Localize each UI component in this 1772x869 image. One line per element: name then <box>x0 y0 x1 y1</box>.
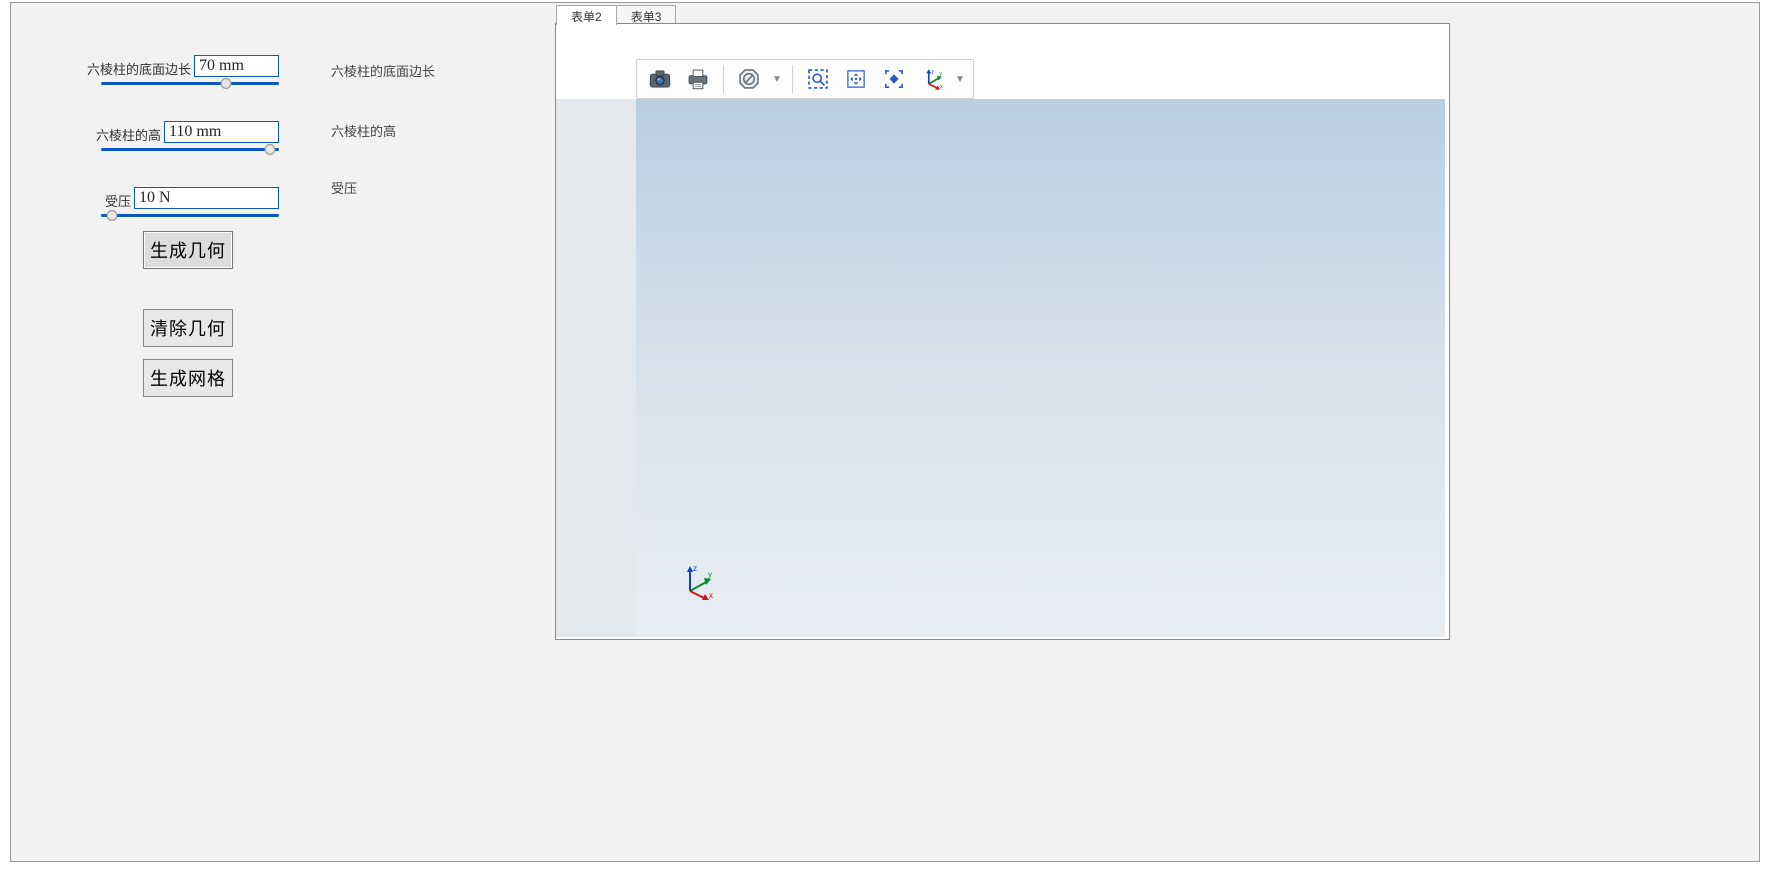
param-row-pressure: 受压 <box>11 187 601 223</box>
svg-text:y: y <box>939 71 942 77</box>
echo-base-edge: 六棱柱的底面边长 <box>331 61 435 80</box>
echo-height: 六棱柱的高 <box>331 121 396 140</box>
input-base-edge[interactable] <box>194 55 279 77</box>
slider-base-edge[interactable] <box>101 77 279 91</box>
slider-thumb[interactable] <box>106 210 117 221</box>
slider-track <box>101 82 279 85</box>
slider-height[interactable] <box>101 143 279 157</box>
generate-geometry-button[interactable]: 生成几何 <box>143 231 233 269</box>
zoom-box-icon[interactable] <box>801 63 835 95</box>
echo-pressure: 受压 <box>331 178 357 197</box>
viewport-canvas[interactable] <box>636 99 1445 637</box>
viewport-left-margin <box>556 99 636 637</box>
no-entry-icon[interactable] <box>732 63 766 95</box>
camera-icon[interactable] <box>643 63 677 95</box>
svg-text:z: z <box>931 69 934 75</box>
tab-form3[interactable]: 表单3 <box>616 5 677 25</box>
slider-thumb[interactable] <box>220 78 231 89</box>
param-row-height: 六棱柱的高 <box>11 121 601 157</box>
axes-dropdown[interactable]: ▼ <box>953 63 967 95</box>
input-pressure[interactable] <box>134 187 279 209</box>
app-frame: 六棱柱的底面边长 六棱柱的高 受压 六棱柱的底面 <box>10 2 1760 862</box>
svg-text:x: x <box>709 591 713 600</box>
no-entry-dropdown[interactable]: ▼ <box>770 63 784 95</box>
toolbar-separator <box>792 65 793 93</box>
slider-pressure[interactable] <box>101 209 279 223</box>
slider-track <box>101 148 279 151</box>
orientation-triad: z y x <box>678 563 718 603</box>
generate-mesh-button[interactable]: 生成网格 <box>143 359 233 397</box>
slider-track <box>101 214 279 217</box>
viewport-toolbar: ▼ <box>636 59 974 99</box>
label-base-edge: 六棱柱的底面边长 <box>11 59 191 78</box>
clear-geometry-button[interactable]: 清除几何 <box>143 309 233 347</box>
label-height: 六棱柱的高 <box>11 125 161 144</box>
axes-icon[interactable]: z y x <box>915 63 949 95</box>
pan-icon[interactable] <box>839 63 873 95</box>
svg-text:z: z <box>693 564 697 573</box>
print-icon[interactable] <box>681 63 715 95</box>
tab-bar: 表单2 表单3 <box>556 3 675 25</box>
param-row-base-edge: 六棱柱的底面边长 <box>11 55 601 91</box>
fit-icon[interactable] <box>877 63 911 95</box>
left-parameter-panel: 六棱柱的底面边长 六棱柱的高 受压 六棱柱的底面 <box>11 3 601 861</box>
tab-form2[interactable]: 表单2 <box>556 5 617 25</box>
svg-text:x: x <box>940 84 943 90</box>
toolbar-separator <box>723 65 724 93</box>
label-pressure: 受压 <box>11 191 131 210</box>
viewport-frame: ▼ <box>555 23 1450 640</box>
input-height[interactable] <box>164 121 279 143</box>
slider-thumb[interactable] <box>265 144 276 155</box>
svg-text:y: y <box>708 570 712 579</box>
